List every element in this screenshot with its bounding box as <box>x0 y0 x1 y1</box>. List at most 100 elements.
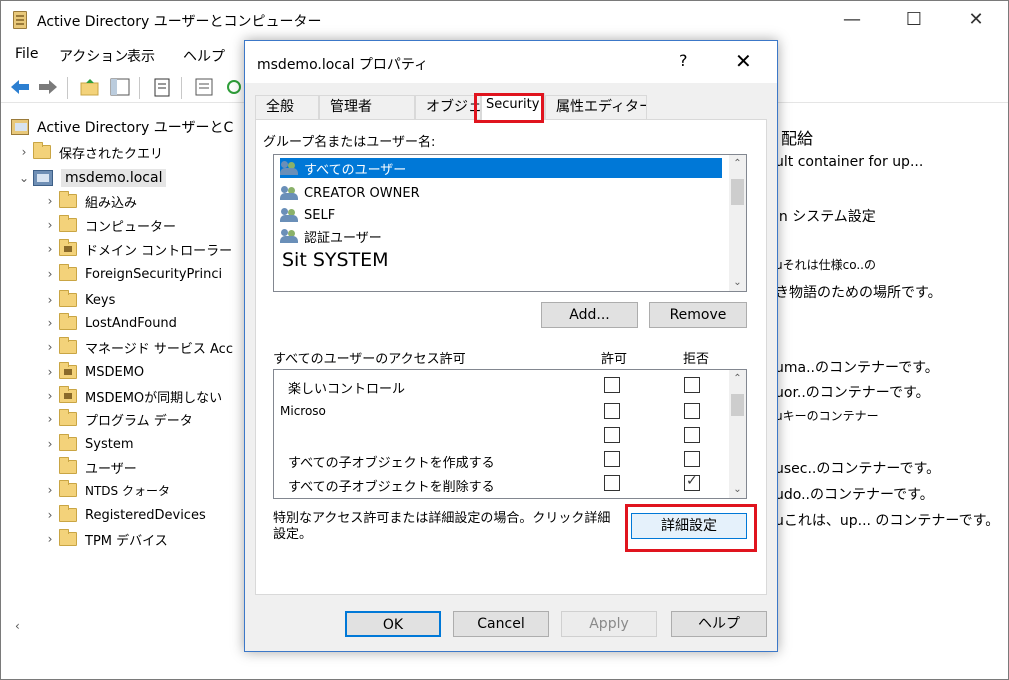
details-row[interactable]: uこれは、up... のコンテナーです。 <box>775 510 999 530</box>
chevron-right-icon[interactable]: › <box>41 267 59 281</box>
deny-checkbox[interactable] <box>684 473 700 491</box>
tree-item-domain[interactable]: ⌄ msdemo.local <box>15 167 167 189</box>
chevron-down-icon[interactable]: ⌄ <box>15 171 33 185</box>
list-item-system[interactable]: Sit SYSTEM <box>282 249 389 271</box>
tree-item-lost-and-found[interactable]: › LostAndFound <box>41 312 177 334</box>
details-row[interactable]: uma..のコンテナーです。 <box>775 357 939 377</box>
allow-checkbox[interactable] <box>604 451 620 467</box>
permissions-scrollbar[interactable]: ⌃ ⌄ <box>729 370 746 498</box>
chevron-right-icon[interactable]: › <box>41 508 59 522</box>
menu-action[interactable]: アクション <box>59 46 128 66</box>
tree-item-registered-devices[interactable]: › RegisteredDevices <box>41 504 206 526</box>
remove-button[interactable]: Remove <box>649 302 747 328</box>
up-folder-icon[interactable] <box>79 77 101 97</box>
tree-item-system[interactable]: › System <box>41 433 133 455</box>
menu-view[interactable]: 表示 <box>127 46 155 66</box>
cancel-button[interactable]: Cancel <box>453 611 549 637</box>
tree-item-program-data[interactable]: › プログラム データ <box>41 408 193 430</box>
permissions-list[interactable]: 楽しいコントロール Microso すべての子オブジェクトを作成する すべての子… <box>273 369 747 499</box>
tree-item-computers[interactable]: › コンピューター <box>41 214 176 236</box>
tree-item-tpm-devices[interactable]: › TPM デバイス <box>41 528 168 550</box>
tree-item-saved-queries[interactable]: › 保存されたクエリ <box>15 141 163 163</box>
scroll-down-icon[interactable]: ⌄ <box>729 484 746 495</box>
list-item-creator-owner[interactable]: CREATOR OWNER <box>280 183 420 203</box>
scroll-thumb[interactable] <box>731 394 744 416</box>
details-row[interactable]: in システム設定 <box>775 206 876 226</box>
allow-checkbox[interactable] <box>604 427 620 443</box>
details-row[interactable]: usec..のコンテナーです。 <box>775 458 940 478</box>
tree-item-msdemo[interactable]: › MSDEMO <box>41 361 144 383</box>
properties-icon[interactable] <box>193 77 215 97</box>
chevron-right-icon[interactable]: › <box>41 340 59 354</box>
chevron-right-icon[interactable]: › <box>15 145 33 159</box>
help-button[interactable]: ヘルプ <box>671 611 767 637</box>
forward-arrow-icon[interactable] <box>37 77 59 97</box>
tree-item-users[interactable]: ユーザー <box>41 456 137 478</box>
tree-item-keys[interactable]: › Keys <box>41 289 115 311</box>
tab-object[interactable]: オブジェクト <box>415 95 481 119</box>
deny-checkbox[interactable] <box>684 377 700 393</box>
maximize-button[interactable]: ☐ <box>883 1 945 39</box>
details-row[interactable]: uor..のコンテナーです。 <box>775 382 930 402</box>
tree-root[interactable]: Active Directory ユーザーとC <box>11 116 233 138</box>
details-row[interactable]: uキーのコンテナー <box>775 407 879 424</box>
tree-item-managed-service[interactable]: › マネージド サービス Acc <box>41 336 233 358</box>
menu-help[interactable]: ヘルプ <box>183 46 225 66</box>
apply-button[interactable]: Apply <box>561 611 657 637</box>
scroll-up-icon[interactable]: ⌃ <box>729 373 746 384</box>
deny-checkbox[interactable] <box>684 451 700 467</box>
chevron-right-icon[interactable]: › <box>41 437 59 451</box>
allow-checkbox[interactable] <box>604 403 620 419</box>
advanced-button[interactable]: 詳細設定 <box>631 513 747 539</box>
ok-button[interactable]: OK <box>345 611 441 637</box>
tab-attribute-editor[interactable]: 属性エディター <box>545 95 647 119</box>
tab-managed-by[interactable]: 管理者 <box>319 95 415 119</box>
chevron-right-icon[interactable]: › <box>41 412 59 426</box>
chevron-right-icon[interactable]: › <box>41 483 59 497</box>
tree-item-msdemo-nosync[interactable]: › MSDEMOが同期しない <box>41 385 222 407</box>
dialog-close-button[interactable]: ✕ <box>735 49 752 73</box>
chevron-right-icon[interactable]: › <box>41 365 59 379</box>
details-row[interactable]: uそれは仕様co..の <box>775 256 876 273</box>
details-row[interactable]: ult container for up... <box>775 154 923 170</box>
scroll-up-icon[interactable]: ⌃ <box>729 158 746 169</box>
show-tree-icon[interactable] <box>109 77 131 97</box>
user-list[interactable]: すべてのユーザー CREATOR OWNER SELF 認証ユーザー Sit S… <box>273 154 747 292</box>
allow-checkbox[interactable] <box>604 377 620 393</box>
chevron-right-icon[interactable]: › <box>41 242 59 256</box>
scroll-down-icon[interactable]: ⌄ <box>729 277 746 288</box>
chevron-right-icon[interactable]: › <box>41 532 59 546</box>
back-arrow-icon[interactable] <box>9 77 31 97</box>
deny-checkbox[interactable] <box>684 427 700 443</box>
tree-item-foreign-security[interactable]: › ForeignSecurityPrinci <box>41 263 222 285</box>
refresh-icon[interactable] <box>223 77 245 97</box>
add-button[interactable]: Add... <box>541 302 638 328</box>
minimize-button[interactable]: — <box>821 1 883 39</box>
chevron-right-icon[interactable]: › <box>41 316 59 330</box>
tab-general[interactable]: 全般 <box>255 95 319 119</box>
tree-item-ntds-quotas[interactable]: › NTDS クォータ <box>41 479 170 501</box>
folder-icon <box>59 191 77 208</box>
tree-horizontal-scrollbar[interactable]: ‹ <box>11 619 251 639</box>
allow-checkbox[interactable] <box>604 475 620 491</box>
details-row[interactable]: き物語のための場所です。 <box>775 282 942 302</box>
dialog-help-button[interactable]: ? <box>679 51 688 70</box>
chevron-right-icon[interactable]: › <box>41 218 59 232</box>
column-header-description[interactable]: 配給 <box>781 125 813 149</box>
list-item-self[interactable]: SELF <box>280 205 335 225</box>
close-window-button[interactable]: ✕ <box>945 1 1007 39</box>
tree-item-builtin[interactable]: › 組み込み <box>41 190 137 212</box>
scroll-left-icon[interactable]: ‹ <box>15 619 20 633</box>
chevron-right-icon[interactable]: › <box>41 389 59 403</box>
chevron-right-icon[interactable]: › <box>41 293 59 307</box>
chevron-right-icon[interactable]: › <box>41 194 59 208</box>
list-item-everyone[interactable]: すべてのユーザー <box>280 158 722 178</box>
tree-item-domain-controllers[interactable]: › ドメイン コントローラー <box>41 238 232 260</box>
user-list-scrollbar[interactable]: ⌃ ⌄ <box>729 155 746 291</box>
clipboard-icon[interactable] <box>151 77 173 97</box>
menu-file[interactable]: File <box>15 46 38 62</box>
details-row[interactable]: udo..のコンテナーです。 <box>775 484 934 504</box>
scroll-thumb[interactable] <box>731 179 744 205</box>
list-item-authenticated-users[interactable]: 認証ユーザー <box>280 226 382 246</box>
deny-checkbox[interactable] <box>684 403 700 419</box>
